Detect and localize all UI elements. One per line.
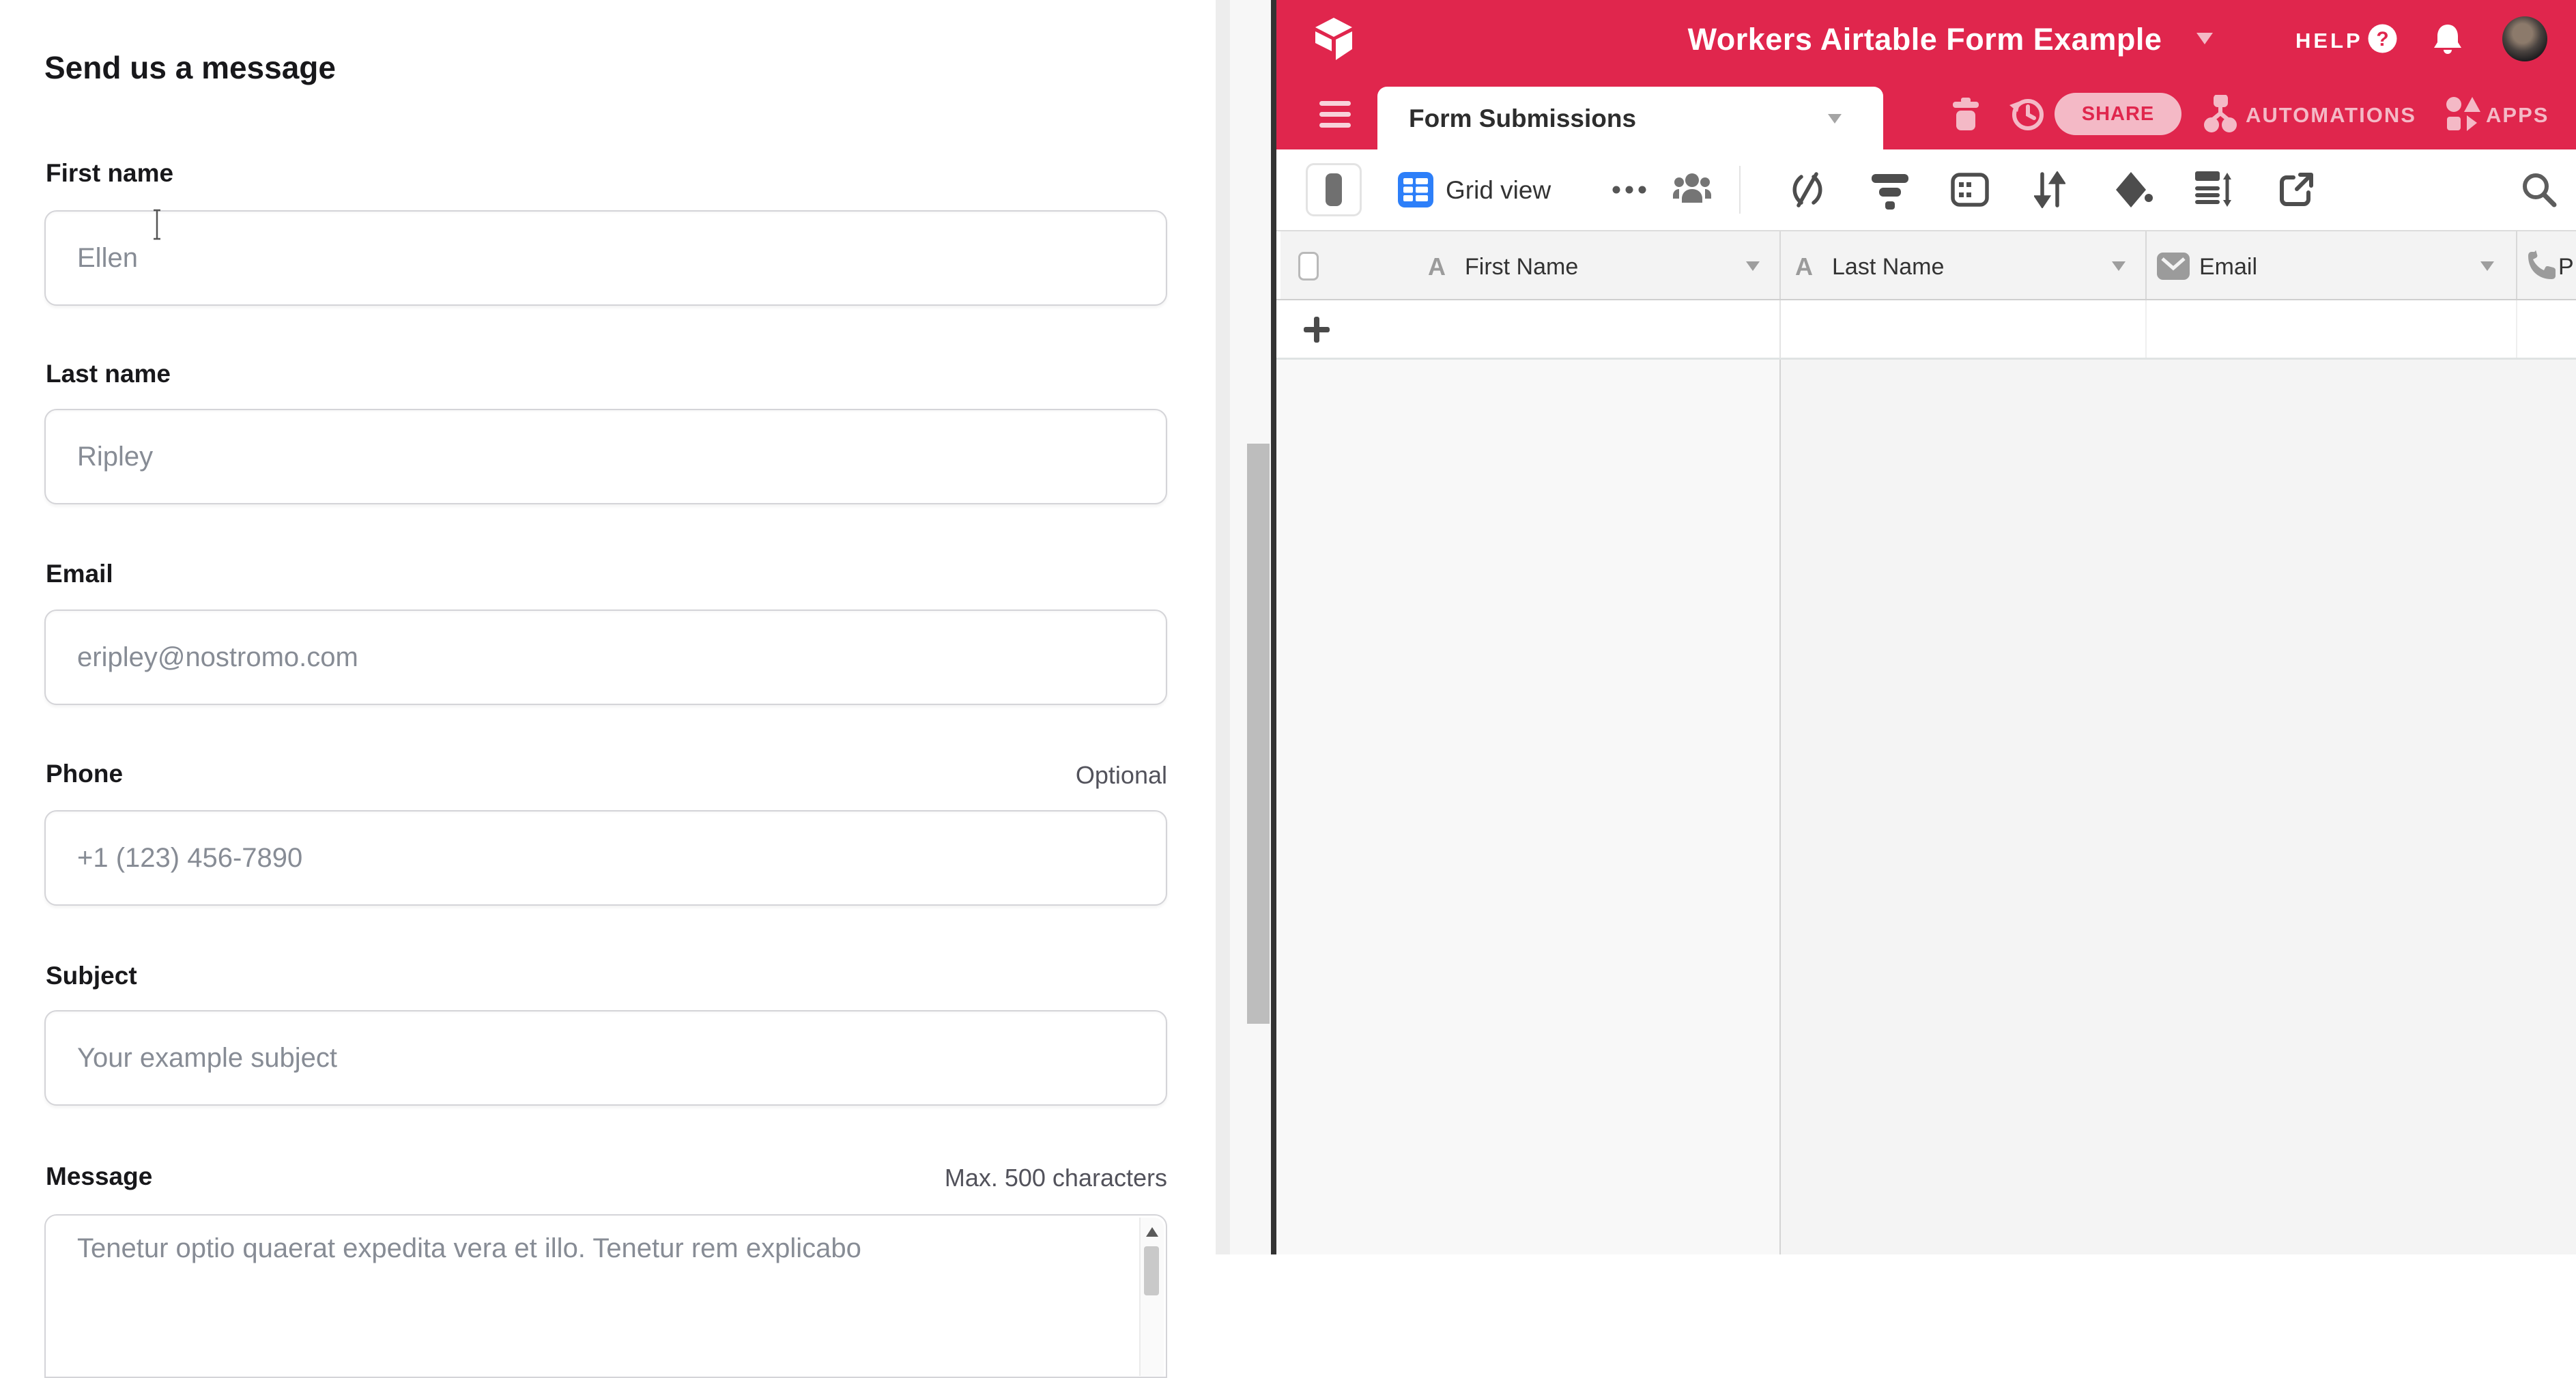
automations-icon[interactable] — [2202, 95, 2239, 133]
more-ellipsis-icon[interactable] — [1612, 186, 1646, 194]
column-header-first-name[interactable]: First Name — [1465, 254, 1578, 281]
column-separator — [2145, 300, 2147, 358]
apps-icon[interactable] — [2445, 96, 2482, 132]
view-toolbar: Grid view — [1276, 149, 2576, 230]
tab-label: Form Submissions — [1409, 104, 1636, 133]
grid-view-icon — [1398, 172, 1433, 207]
email-label: Email — [46, 560, 728, 588]
column-header-phone-partial[interactable]: P — [2558, 254, 2574, 281]
table-tabs-bar: Form Submissions SHARE — [1276, 78, 2576, 149]
form-title: Send us a message — [44, 49, 336, 86]
column-header-email[interactable]: Email — [2199, 254, 2257, 281]
airtable-logo-icon[interactable] — [1314, 17, 1354, 61]
left-pane-scroll-thumb[interactable] — [1247, 444, 1270, 1024]
views-sidebar-toggle-button[interactable] — [1306, 163, 1362, 216]
table-header-row: A First Name A Last Name Email P — [1276, 230, 2576, 300]
subject-label: Subject — [46, 962, 728, 990]
share-view-icon[interactable] — [2278, 172, 2314, 207]
column-separator — [1779, 300, 1781, 358]
group-icon[interactable] — [1951, 173, 1989, 207]
share-label: SHARE — [2082, 103, 2155, 126]
primary-column-boundary — [1779, 360, 1781, 1254]
base-title-chevron-down-icon[interactable] — [2196, 33, 2213, 44]
collaborators-icon[interactable] — [1672, 173, 1712, 207]
history-icon[interactable] — [2008, 96, 2046, 132]
bell-icon[interactable] — [2431, 22, 2464, 56]
hide-fields-icon[interactable] — [1790, 172, 1825, 207]
toolbar-divider — [1739, 166, 1741, 214]
email-input[interactable] — [44, 609, 1167, 705]
first-name-input[interactable] — [44, 210, 1167, 306]
help-circle-icon[interactable]: ? — [2367, 23, 2398, 54]
pane-gutter — [1216, 0, 1230, 1254]
automations-button[interactable]: AUTOMATIONS — [2246, 103, 2416, 128]
field-type-text-icon: A — [1795, 253, 1813, 281]
column-separator[interactable] — [1779, 231, 1781, 299]
phone-input[interactable] — [44, 810, 1167, 906]
tab-chevron-down-icon[interactable] — [1828, 114, 1842, 124]
search-icon[interactable] — [2521, 172, 2557, 207]
scroll-up-arrow-icon[interactable] — [1146, 1227, 1158, 1237]
avatar[interactable] — [2502, 16, 2547, 61]
airtable-pane: Workers Airtable Form Example HELP ? For… — [1276, 0, 2576, 1254]
phone-field-icon — [2525, 250, 2557, 282]
field-type-text-icon: A — [1428, 253, 1446, 281]
table-empty-canvas — [1276, 360, 2576, 1254]
sort-icon[interactable] — [2034, 171, 2065, 208]
column-separator[interactable] — [2516, 231, 2517, 299]
row-height-icon[interactable] — [2195, 171, 2233, 208]
message-placeholder-text: Tenetur optio quaerat expedita vera et i… — [77, 1233, 861, 1264]
message-maxchars-note: Max. 500 characters — [44, 1164, 1167, 1192]
column-chevron-down-icon[interactable] — [2480, 261, 2494, 271]
hamburger-menu-icon[interactable] — [1319, 101, 1351, 128]
add-record-plus-icon[interactable] — [1304, 317, 1330, 343]
last-name-input[interactable] — [44, 409, 1167, 504]
message-textarea[interactable]: Tenetur optio quaerat expedita vera et i… — [44, 1214, 1167, 1378]
subject-input[interactable] — [44, 1010, 1167, 1106]
column-separator[interactable] — [2145, 231, 2147, 299]
svg-text:?: ? — [2376, 28, 2388, 51]
select-all-checkbox[interactable] — [1298, 252, 1319, 281]
sidebar-panel-icon — [1326, 173, 1342, 206]
email-field-icon — [2157, 251, 2190, 281]
trash-icon[interactable] — [1949, 96, 1983, 132]
contact-form-pane: Send us a message First name Last name E… — [0, 0, 1216, 1254]
base-title[interactable]: Workers Airtable Form Example — [1584, 22, 2266, 57]
first-name-label: First name — [46, 159, 728, 188]
filter-icon[interactable] — [1872, 174, 1908, 210]
textarea-scroll-thumb[interactable] — [1144, 1246, 1159, 1295]
text-cursor-icon — [152, 209, 162, 240]
column-separator — [2516, 300, 2517, 358]
column-header-last-name[interactable]: Last Name — [1832, 254, 1944, 281]
tab-form-submissions[interactable]: Form Submissions — [1377, 87, 1883, 149]
add-record-row[interactable] — [1276, 300, 2576, 360]
last-name-label: Last name — [46, 360, 728, 388]
window-divider — [1271, 0, 1276, 1254]
apps-button[interactable]: APPS — [2486, 103, 2549, 128]
color-icon[interactable] — [2113, 171, 2153, 209]
airtable-top-bar: Workers Airtable Form Example HELP ? — [1276, 0, 2576, 78]
view-name[interactable]: Grid view — [1446, 176, 1551, 205]
column-chevron-down-icon[interactable] — [1746, 261, 1760, 271]
primary-column-area — [1276, 360, 1779, 1254]
textarea-scrollbar[interactable] — [1139, 1218, 1164, 1376]
share-button[interactable]: SHARE — [2055, 93, 2181, 135]
column-chevron-down-icon[interactable] — [2112, 261, 2126, 271]
phone-optional-note: Optional — [44, 761, 1167, 790]
help-button[interactable]: HELP — [2295, 29, 2363, 53]
table-left-edge — [1276, 231, 1280, 299]
